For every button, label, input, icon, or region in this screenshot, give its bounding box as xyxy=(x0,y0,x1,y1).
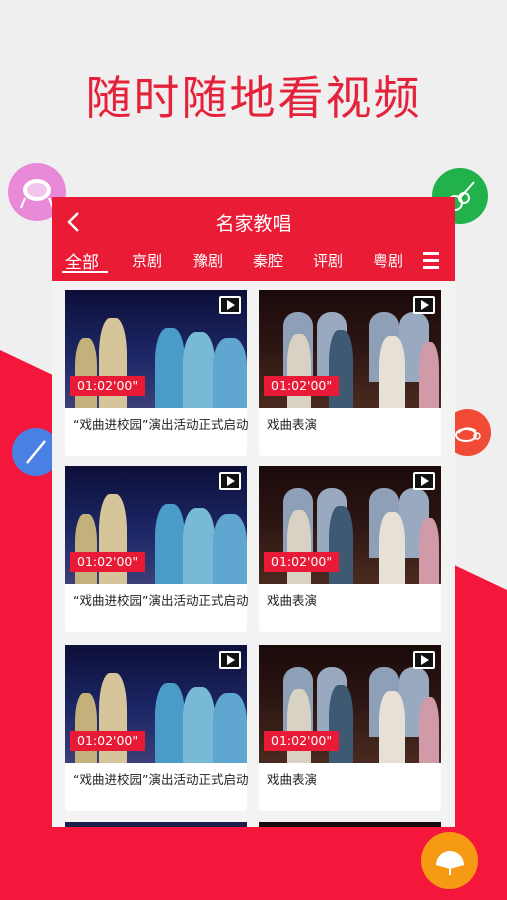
video-title: 戏曲表演 xyxy=(267,417,318,432)
play-icon xyxy=(219,472,241,490)
tab-jingju[interactable]: 京剧 xyxy=(132,250,162,271)
video-card[interactable]: 01:02'00" “戏曲进校园”演出活动正式启动 xyxy=(65,645,249,811)
video-card[interactable]: 01:02'00" “戏曲进校园”演出活动正式启动 xyxy=(65,466,249,632)
play-icon xyxy=(413,651,435,669)
video-title: 戏曲表演 xyxy=(267,593,318,608)
video-card[interactable]: 01:02'00" 戏曲表演 xyxy=(259,290,441,456)
duration-badge: 01:02'00" xyxy=(70,731,146,751)
video-title: 戏曲表演 xyxy=(267,772,318,787)
video-title: “戏曲进校园”演出活动正式启动 xyxy=(73,417,249,432)
duration-badge: 01:02'00" xyxy=(264,731,340,751)
video-card[interactable]: 01:02'00" 戏曲表演 xyxy=(259,645,441,811)
video-card[interactable]: 01:02'00" 戏曲表演 xyxy=(259,466,441,632)
video-thumbnail: 01:02'00" xyxy=(259,466,441,584)
category-tabs: 全部 京剧 豫剧 秦腔 评剧 粤剧 xyxy=(52,247,455,277)
gong-icon xyxy=(454,426,481,442)
app-header: 名家教唱 全部 京剧 豫剧 秦腔 评剧 粤剧 xyxy=(52,197,455,281)
duration-badge: 01:02'00" xyxy=(264,376,340,396)
video-thumbnail: 01:02'00" xyxy=(259,290,441,408)
page-title: 名家教唱 xyxy=(215,213,292,235)
fan-icon xyxy=(435,850,464,875)
play-icon xyxy=(219,296,241,314)
flute-icon xyxy=(26,440,46,464)
app-screen: 名家教唱 全部 京剧 豫剧 秦腔 评剧 粤剧 01:02'00" “戏曲进校园”… xyxy=(52,197,455,827)
play-icon xyxy=(413,296,435,314)
video-title: “戏曲进校园”演出活动正式启动 xyxy=(73,772,249,787)
tab-all[interactable]: 全部 xyxy=(65,248,99,273)
video-thumbnail: 01:02'00" xyxy=(65,645,247,763)
video-card-partial[interactable] xyxy=(65,822,247,827)
tab-yuju[interactable]: 豫剧 xyxy=(193,250,223,271)
video-thumbnail: 01:02'00" xyxy=(65,290,247,408)
tab-pingju[interactable]: 评剧 xyxy=(313,250,343,271)
duration-badge: 01:02'00" xyxy=(264,552,340,572)
tab-yueju[interactable]: 粤剧 xyxy=(373,250,403,271)
menu-icon[interactable] xyxy=(423,252,439,269)
fan-bubble xyxy=(421,832,478,889)
video-title: “戏曲进校园”演出活动正式启动 xyxy=(73,593,249,608)
video-card[interactable]: 01:02'00" “戏曲进校园”演出活动正式启动 xyxy=(65,290,249,456)
tab-qinqiang[interactable]: 秦腔 xyxy=(253,250,283,271)
play-icon xyxy=(219,651,241,669)
video-card-partial[interactable] xyxy=(259,822,441,827)
active-tab-indicator xyxy=(62,271,108,273)
video-thumbnail: 01:02'00" xyxy=(65,466,247,584)
play-icon xyxy=(413,472,435,490)
video-thumbnail: 01:02'00" xyxy=(259,645,441,763)
duration-badge: 01:02'00" xyxy=(70,376,146,396)
headline: 随时随地看视频 xyxy=(85,71,422,125)
drum-icon xyxy=(20,179,54,209)
duration-badge: 01:02'00" xyxy=(70,552,146,572)
